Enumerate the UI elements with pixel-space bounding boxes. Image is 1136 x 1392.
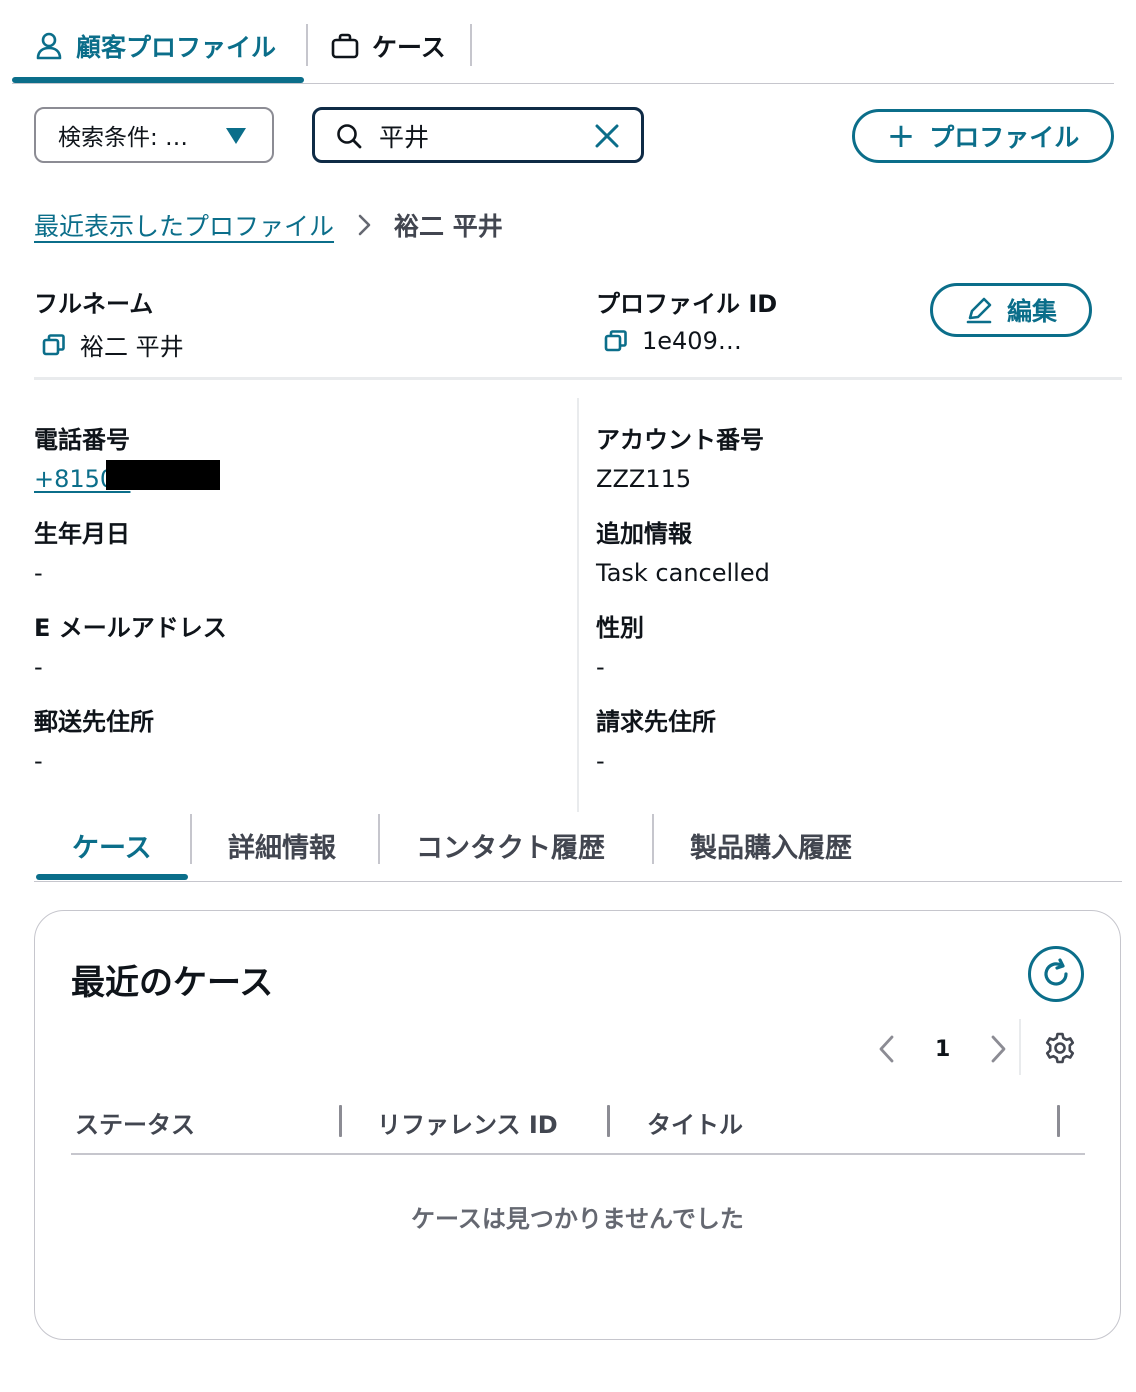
tab-contact-history[interactable]: コンタクト履歴 <box>416 822 605 868</box>
birthdate-field: 生年月日 - <box>34 514 130 587</box>
account-value: ZZZ115 <box>596 465 692 493</box>
chevron-left-icon[interactable] <box>875 1033 899 1065</box>
additional-info-value: Task cancelled <box>596 559 770 587</box>
search-input[interactable] <box>379 118 579 154</box>
full-name-value: 裕二 平井 <box>80 333 184 361</box>
tab-details[interactable]: 詳細情報 <box>228 822 336 868</box>
plus-icon: + <box>886 116 916 156</box>
billing-address-value: - <box>596 747 605 775</box>
empty-state-message: ケースは見つかりませんでした <box>411 1205 744 1233</box>
column-resizer[interactable] <box>1057 1105 1060 1137</box>
search-filter-select[interactable]: 検索条件: … <box>34 107 274 163</box>
tab-purchase-history[interactable]: 製品購入履歴 <box>690 822 852 868</box>
pencil-icon <box>966 297 992 324</box>
active-tab-indicator <box>36 874 188 880</box>
column-header-reference-id[interactable]: リファレンス ID <box>377 1105 558 1140</box>
full-name-field: フルネーム 裕二 平井 <box>34 284 184 362</box>
top-tabs: 顧客プロファイル ケース <box>12 0 1114 84</box>
chevron-right-icon[interactable] <box>986 1033 1010 1065</box>
account-field: アカウント番号 ZZZ115 <box>596 420 764 493</box>
clear-icon[interactable] <box>593 122 621 150</box>
mailing-address-field: 郵送先住所 - <box>34 702 154 775</box>
search-filter-label: 検索条件: … <box>58 125 189 151</box>
tab-cases-label: ケース <box>372 33 446 62</box>
content-tabs: ケース 詳細情報 コンタクト履歴 製品購入履歴 <box>34 812 1122 882</box>
gender-field: 性別 - <box>596 608 644 681</box>
search-box[interactable] <box>312 107 644 163</box>
email-label: E メールアドレス <box>34 614 227 642</box>
search-icon <box>337 124 362 149</box>
cases-table-header: ステータス リファレンス ID タイトル <box>71 1091 1085 1155</box>
refresh-icon <box>1044 958 1068 986</box>
active-tab-indicator <box>12 77 304 83</box>
tab-cases[interactable]: ケース <box>330 24 446 68</box>
recent-cases-title: 最近のケース <box>71 963 274 1003</box>
user-icon <box>34 31 64 61</box>
briefcase-icon <box>330 31 360 61</box>
tab-customer-profile-label: 顧客プロファイル <box>76 33 277 62</box>
profile-id-value: 1e409… <box>642 327 742 355</box>
breadcrumb: 最近表示したプロファイル 裕二 平井 <box>34 206 503 244</box>
tab-divider <box>190 814 192 864</box>
additional-info-field: 追加情報 Task cancelled <box>596 514 770 587</box>
pager-divider <box>1019 1019 1021 1075</box>
details-column-divider <box>577 398 579 812</box>
phone-label: 電話番号 <box>34 426 130 454</box>
billing-address-field: 請求先住所 - <box>596 702 716 775</box>
profile-id-field: プロファイル ID 1e409… <box>596 284 777 355</box>
add-profile-button[interactable]: + プロファイル <box>852 109 1114 163</box>
birthdate-label: 生年月日 <box>34 520 130 548</box>
email-field: E メールアドレス - <box>34 608 227 681</box>
refresh-button[interactable] <box>1028 946 1084 1002</box>
column-header-title[interactable]: タイトル <box>647 1105 743 1140</box>
tab-divider <box>470 24 472 66</box>
column-resizer[interactable] <box>607 1105 610 1137</box>
billing-address-label: 請求先住所 <box>596 708 716 736</box>
current-page[interactable]: 1 <box>935 1037 950 1062</box>
gear-icon[interactable] <box>1043 1031 1077 1065</box>
copy-icon[interactable] <box>42 333 66 357</box>
gender-label: 性別 <box>596 614 644 642</box>
full-name-label: フルネーム <box>34 290 154 318</box>
column-resizer[interactable] <box>339 1105 342 1137</box>
tab-divider <box>652 814 654 864</box>
chevron-right-icon <box>358 214 371 236</box>
copy-icon[interactable] <box>604 329 628 353</box>
gender-value: - <box>596 653 605 681</box>
header-divider <box>34 377 1122 380</box>
profile-id-label: プロファイル ID <box>596 290 778 318</box>
add-profile-label: プロファイル <box>929 123 1080 152</box>
breadcrumb-recent-profiles-link[interactable]: 最近表示したプロファイル <box>34 207 334 243</box>
account-label: アカウント番号 <box>596 426 764 454</box>
tab-customer-profile[interactable]: 顧客プロファイル <box>34 24 276 68</box>
column-header-status[interactable]: ステータス <box>75 1105 195 1140</box>
additional-info-label: 追加情報 <box>596 520 692 548</box>
pagination: 1 <box>875 1029 1010 1069</box>
edit-button[interactable]: 編集 <box>930 283 1092 337</box>
email-value: - <box>34 653 43 681</box>
breadcrumb-current: 裕二 平井 <box>394 212 503 241</box>
tab-divider <box>378 814 380 864</box>
redacted-block <box>106 460 220 490</box>
mailing-address-label: 郵送先住所 <box>34 708 154 736</box>
caret-down-icon <box>226 128 246 144</box>
recent-cases-panel: 最近のケース 1 ステータス リファレンス ID タイトル ケースは見つかりませ… <box>34 910 1121 1340</box>
birthdate-value: - <box>34 559 43 587</box>
mailing-address-value: - <box>34 747 43 775</box>
tab-divider <box>306 24 308 66</box>
tab-cases-content[interactable]: ケース <box>72 822 152 868</box>
edit-label: 編集 <box>1006 297 1057 326</box>
